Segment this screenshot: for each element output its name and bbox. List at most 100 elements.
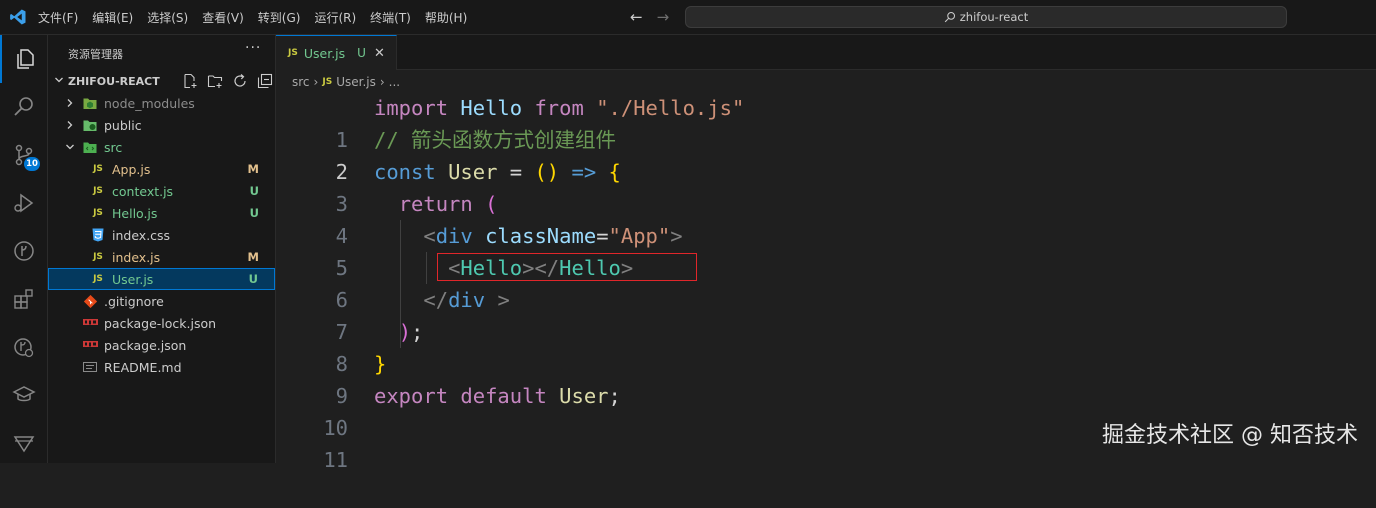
tree-folder-src[interactable]: src — [48, 136, 275, 158]
token-arrow: => — [571, 160, 597, 184]
menu-help[interactable]: 帮助(H) — [425, 9, 467, 26]
activity-bar: 10 — [0, 35, 48, 463]
code-line-9: 9 } — [276, 348, 1376, 408]
close-icon[interactable]: ✕ — [374, 46, 385, 61]
highlight-annotation-box — [437, 253, 697, 281]
code-line-4: 4 return ( — [276, 188, 1376, 248]
tree-file-context-js[interactable]: JS context.js U — [48, 180, 275, 202]
tree-file-readme-md[interactable]: README.md — [48, 356, 275, 378]
menu-go[interactable]: 转到(G) — [258, 9, 301, 26]
token-operator: = — [509, 160, 523, 184]
token-punc: </ — [423, 288, 449, 312]
tree-folder-node-modules[interactable]: node_modules — [48, 92, 275, 114]
remote-explorer-icon[interactable] — [0, 323, 48, 371]
education-icon[interactable] — [0, 371, 48, 419]
tree-file-index-css[interactable]: index.css — [48, 224, 275, 246]
source-control-badge: 10 — [24, 157, 40, 171]
run-debug-icon[interactable] — [0, 179, 48, 227]
token-attr: className — [485, 224, 597, 248]
extensions-icon[interactable] — [0, 275, 48, 323]
menu-file[interactable]: 文件(F) — [38, 9, 78, 26]
explorer-icon[interactable] — [0, 35, 48, 83]
tree-item-label: User.js — [112, 271, 154, 287]
chevron-right-icon: › — [379, 75, 385, 89]
chevron-right-icon: › — [313, 75, 319, 89]
breadcrumb-more[interactable]: ... — [389, 75, 400, 89]
token-string: "./Hello.js" — [596, 96, 745, 120]
new-folder-icon[interactable] — [207, 73, 223, 89]
filter-icon[interactable] — [0, 419, 48, 467]
command-center-search[interactable]: zhifou-react — [685, 6, 1287, 28]
breadcrumb: src › JS User.js › ... — [292, 72, 400, 92]
breadcrumb-file[interactable]: User.js — [336, 75, 376, 89]
tree-item-label: .gitignore — [104, 293, 164, 309]
chevron-right-icon — [64, 98, 76, 108]
forward-arrow-icon[interactable]: → — [657, 8, 670, 26]
vscode-logo-icon[interactable] — [9, 8, 27, 26]
token-semicolon: ; — [608, 384, 621, 408]
tree-item-label: public — [104, 117, 142, 133]
tree-item-label: index.css — [112, 227, 171, 243]
code-line-1: 1 import Hello from "./Hello.js" — [276, 92, 1376, 152]
breadcrumb-folder[interactable]: src — [292, 75, 310, 89]
tree-item-label: App.js — [112, 161, 151, 177]
public-folder-icon — [82, 117, 98, 133]
token-identifier: User — [559, 384, 609, 408]
token-semicolon: ; — [411, 320, 424, 344]
git-status-badge: U — [248, 272, 258, 286]
tree-item-label: src — [104, 139, 123, 155]
chevron-down-icon — [54, 75, 64, 88]
chevron-right-icon — [64, 120, 76, 130]
more-actions-icon[interactable]: ··· — [245, 40, 261, 56]
new-file-icon[interactable] — [182, 73, 198, 89]
tree-file-app-js[interactable]: JS App.js M — [48, 158, 275, 180]
js-file-icon: JS — [93, 274, 103, 284]
js-file-icon: JS — [93, 208, 103, 218]
tree-item-label: package.json — [104, 337, 187, 353]
tree-file-package-json[interactable]: package.json — [48, 334, 275, 356]
token-paren: () — [534, 160, 560, 184]
token-punc: > — [670, 224, 683, 248]
src-folder-icon — [82, 139, 98, 155]
menu-edit[interactable]: 编辑(E) — [92, 9, 133, 26]
code-line-2: 2 // 箭头函数方式创建组件 — [276, 124, 1376, 184]
token-comment: // 箭头函数方式创建组件 — [374, 128, 617, 152]
code-line-5: 5 <div className="App"> — [276, 220, 1376, 280]
tree-file-user-js[interactable]: JS User.js U — [48, 268, 275, 290]
token-const: const — [374, 160, 436, 184]
project-actions — [182, 73, 282, 89]
tree-folder-public[interactable]: public — [48, 114, 275, 136]
token-default: default — [460, 384, 547, 408]
token-brace: } — [374, 352, 387, 376]
tree-file-package-lock-json[interactable]: package-lock.json — [48, 312, 275, 334]
token-tag: div — [435, 224, 473, 248]
watermark: 掘金技术社区 @ 知否技术 — [1102, 423, 1358, 448]
menu-run[interactable]: 运行(R) — [314, 9, 356, 26]
token-punc: < — [423, 224, 436, 248]
tree-item-label: context.js — [112, 183, 174, 199]
search-text: zhifou-react — [959, 10, 1029, 24]
refresh-icon[interactable] — [232, 73, 248, 89]
search-icon[interactable] — [0, 83, 48, 131]
tree-file-hello-js[interactable]: JS Hello.js U — [48, 202, 275, 224]
line-number: 11 — [323, 448, 348, 472]
git-icon — [82, 293, 98, 309]
token-identifier: Hello — [460, 96, 523, 120]
git-status-badge: M — [247, 250, 259, 264]
js-file-icon: JS — [93, 164, 103, 174]
tree-file-gitignore[interactable]: .gitignore — [48, 290, 275, 312]
menu-selection[interactable]: 选择(S) — [147, 9, 188, 26]
back-arrow-icon[interactable]: ← — [630, 8, 643, 26]
source-control-icon[interactable]: 10 — [0, 131, 48, 179]
code-line-8: 8 ); — [276, 316, 1376, 376]
git-graph-icon[interactable] — [0, 227, 48, 275]
git-status-badge: M — [247, 162, 259, 176]
token-identifier: User — [448, 160, 498, 184]
explorer-title: 资源管理器 — [68, 48, 123, 61]
collapse-all-icon[interactable] — [257, 73, 273, 89]
tab-user-js[interactable]: JS User.js U ✕ — [276, 35, 397, 70]
code-line-3: 3 const User = () => { — [276, 156, 1376, 216]
menu-terminal[interactable]: 终端(T) — [370, 9, 411, 26]
tree-file-index-js[interactable]: JS index.js M — [48, 246, 275, 268]
menu-view[interactable]: 查看(V) — [202, 9, 244, 26]
